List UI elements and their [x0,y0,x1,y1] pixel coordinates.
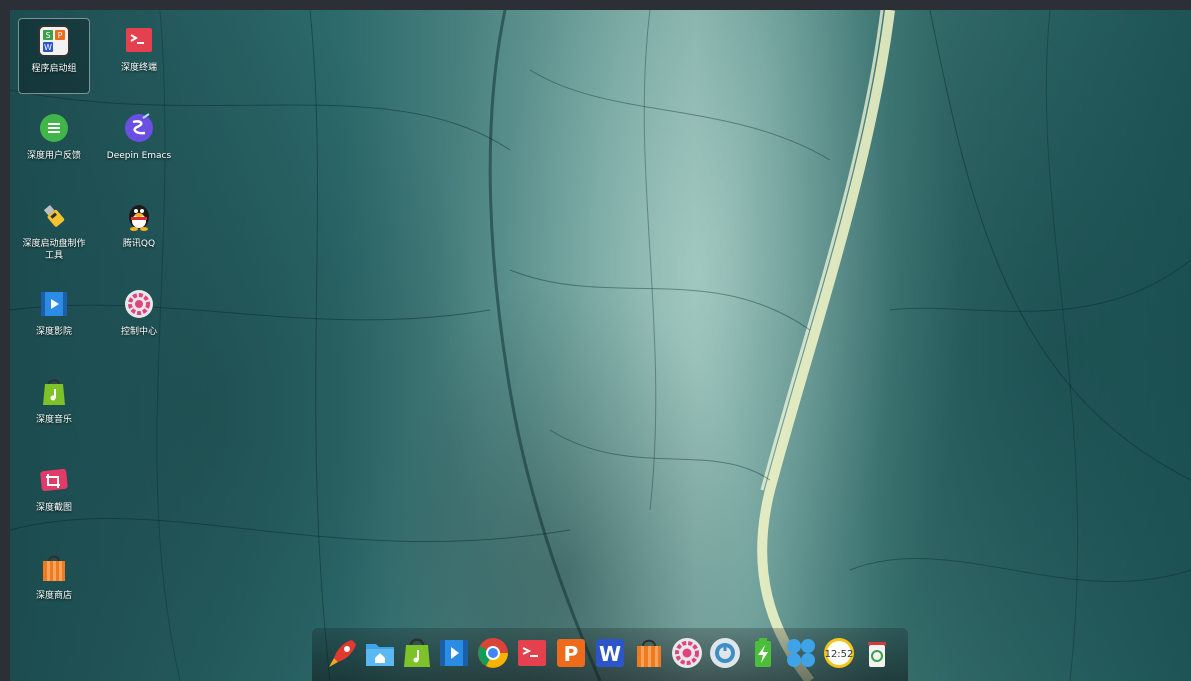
desktop-icon-emacs[interactable]: Deepin Emacs [103,106,175,182]
desktop-icon-feedback[interactable]: 深度用户反馈 [18,106,90,182]
dock-power[interactable] [746,636,780,670]
dock-wps-writer[interactable]: W [593,636,627,670]
wallpaper-texture [10,10,1191,681]
dock-wps-presentation[interactable]: P [554,636,588,670]
launcher-group-icon: S P W [38,25,70,57]
launcher-rocket-icon [329,640,356,667]
wps-writer-icon: W [596,639,624,667]
desktop-icon-label: 程序启动组 [31,64,77,74]
wps-presentation-icon: P [557,639,585,667]
writer-letter: W [599,642,621,666]
power-battery-icon [755,638,771,667]
dock: P W 12:52 [312,628,908,681]
dock-multitasking[interactable] [784,636,818,670]
dock-trash[interactable] [860,636,894,670]
dock-music[interactable] [400,636,434,670]
dock-launcher[interactable] [326,636,360,670]
desktop-icon-terminal[interactable]: 深度终端 [103,18,175,94]
desktop-icon-usb-boot-maker[interactable]: 深度启动盘制作工具 [18,194,90,270]
app-store-icon [637,639,661,667]
music-icon [38,376,70,408]
dock-chrome[interactable] [476,636,510,670]
desktop-icon-screenshot[interactable]: 深度截图 [18,458,90,534]
clock-text: 12:52 [825,649,854,660]
desktop-icon-launcher-group[interactable]: S P W 程序启动组 [18,18,90,94]
desktop-icon-label: 深度影院 [35,327,72,337]
dock-movie[interactable] [437,636,471,670]
desktop-icon-movie[interactable]: 深度影院 [18,282,90,358]
desktop-icon-music[interactable]: 深度音乐 [18,370,90,446]
dock-app-store[interactable] [632,636,666,670]
desktop-icon-label: 深度启动盘制作工具 [22,239,86,261]
movie-player-icon [440,640,468,666]
usb-boot-maker-icon [38,200,70,232]
screenshot-icon [38,464,70,496]
desktop-icon-qq[interactable]: 腾讯QQ [103,194,175,270]
emacs-icon [123,112,155,144]
multitasking-icon [787,639,815,667]
desktop-icon-label: Deepin Emacs [106,151,172,161]
desktop-icon-label: 控制中心 [120,327,157,337]
dock-control-center[interactable] [670,636,704,670]
dock-file-manager[interactable] [363,636,397,670]
desktop-icon-label: 深度截图 [35,503,72,513]
dock-terminal[interactable] [515,636,549,670]
terminal-icon [123,24,155,56]
music-player-icon [404,638,430,667]
trash-icon [868,642,886,667]
chrome-browser-icon [478,638,508,668]
desktop-icon-label: 深度商店 [35,591,72,601]
app-store-icon [38,552,70,584]
clock-icon: 12:52 [824,638,854,668]
desktop-wallpaper [10,10,1191,681]
desktop-icon-app-store[interactable]: 深度商店 [18,546,90,622]
control-center-icon [672,638,702,668]
desktop-icon-label: 腾讯QQ [122,239,156,249]
feedback-icon [38,112,70,144]
dock-clock[interactable]: 12:52 [822,636,856,670]
desktop-icon-label: 深度音乐 [35,415,72,425]
control-center-icon [123,288,155,320]
launcher-letter-s: S [45,31,50,40]
desktop-icon-label: 深度用户反馈 [26,151,81,161]
presentation-letter: P [564,642,579,666]
launcher-letter-w: W [44,43,52,52]
shutdown-icon [710,638,740,668]
desktop-icon-control-center[interactable]: 控制中心 [103,282,175,358]
desktop-icon-label: 深度终端 [120,63,157,73]
terminal-icon [518,640,546,666]
file-manager-icon [366,644,394,666]
dock-shutdown[interactable] [708,636,742,670]
launcher-letter-p: P [58,31,63,40]
movie-player-icon [38,288,70,320]
qq-penguin-icon [123,200,155,232]
